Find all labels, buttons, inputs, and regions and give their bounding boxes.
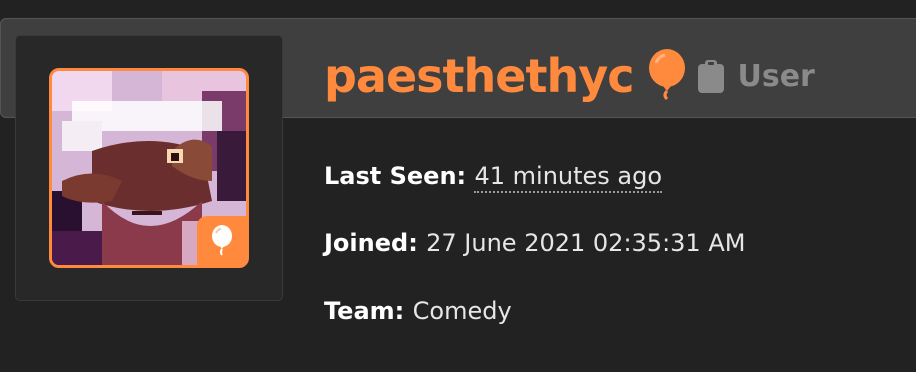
team-label: Team:: [324, 297, 413, 325]
joined-value: 27 June 2021 02:35:31 AM: [426, 229, 746, 257]
team-value[interactable]: Comedy: [413, 297, 512, 325]
joined-label: Joined:: [324, 229, 427, 257]
last-seen-row: Last Seen: 41 minutes ago: [324, 162, 663, 193]
last-seen-label: Last Seen:: [324, 162, 475, 190]
avatar[interactable]: [49, 68, 249, 268]
balloon-icon: [211, 224, 232, 256]
profile-page: paesthethyc User Last Seen: 41 minutes a…: [0, 0, 916, 372]
balloon-icon: [647, 49, 687, 103]
profile-header: paesthethyc User: [324, 36, 815, 116]
joined-row: Joined: 27 June 2021 02:35:31 AM: [324, 229, 745, 257]
last-seen-value[interactable]: 41 minutes ago: [474, 162, 663, 193]
clipboard-icon: [697, 59, 725, 93]
balloon-badge: [197, 216, 246, 265]
team-row: Team: Comedy: [324, 297, 512, 325]
username[interactable]: paesthethyc: [324, 49, 634, 103]
role-label: User: [737, 58, 815, 94]
